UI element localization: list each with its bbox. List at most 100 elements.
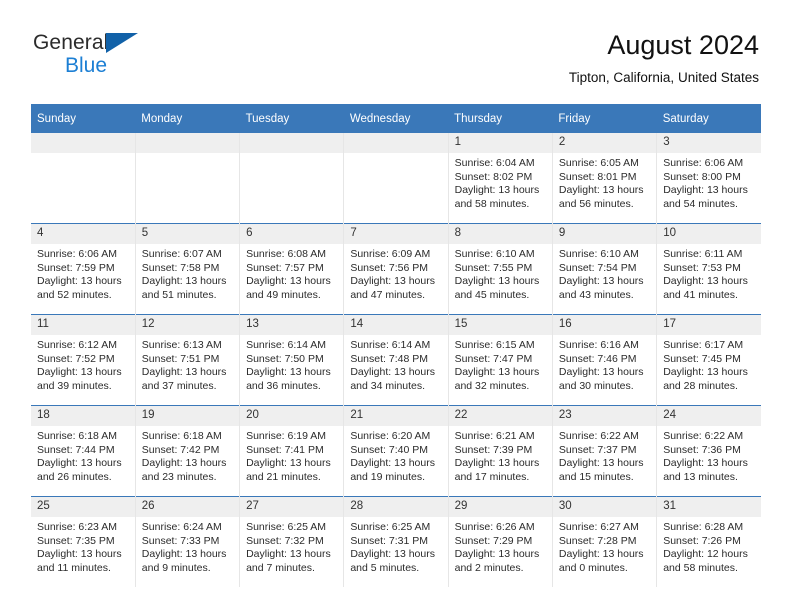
day-number xyxy=(31,133,135,153)
calendar-day-cell[interactable]: 6 Sunrise: 6:08 AM Sunset: 7:57 PM Daylight… xyxy=(239,223,344,315)
day-details xyxy=(136,153,239,157)
day-details: Sunrise: 6:13 AM Sunset: 7:51 PM Daylight:… xyxy=(136,335,239,393)
day-number: 8 xyxy=(448,224,552,244)
day-detail-line: and 17 minutes. xyxy=(454,470,530,483)
day-detail-line: and 56 minutes. xyxy=(558,197,634,210)
calendar-day-cell[interactable]: 15 Sunrise: 6:15 AM Sunset: 7:47 PM Dayligh… xyxy=(447,314,553,406)
day-detail-line: Daylight: 13 hours xyxy=(454,275,540,288)
day-details: Sunrise: 6:17 AM Sunset: 7:45 PM Daylight:… xyxy=(657,335,761,393)
day-detail-line: and 52 minutes. xyxy=(37,288,112,301)
day-detail-line: Sunrise: 6:27 AM xyxy=(558,521,639,533)
day-detail-line: Sunset: 7:31 PM xyxy=(350,534,428,547)
calendar-day-cell[interactable]: 28 Sunrise: 6:25 AM Sunset: 7:31 PM Dayligh… xyxy=(343,496,449,587)
day-detail-line: Sunset: 7:35 PM xyxy=(37,534,115,547)
day-detail-line: Sunrise: 6:10 AM xyxy=(558,248,639,260)
calendar-day-cell[interactable]: 4 Sunrise: 6:06 AM Sunset: 7:59 PM Daylight… xyxy=(31,223,136,315)
day-details xyxy=(240,153,343,157)
calendar-day-cell[interactable]: 10 Sunrise: 6:11 AM Sunset: 7:53 PM Dayligh… xyxy=(656,223,761,315)
calendar-day-cell[interactable]: 30 Sunrise: 6:27 AM Sunset: 7:28 PM Dayligh… xyxy=(551,496,657,587)
day-details: Sunrise: 6:28 AM Sunset: 7:26 PM Daylight:… xyxy=(657,517,761,575)
calendar-day-cell[interactable]: 11 Sunrise: 6:12 AM Sunset: 7:52 PM Dayligh… xyxy=(31,314,136,406)
calendar-day-cell-empty xyxy=(134,133,240,224)
day-detail-line: Sunset: 7:54 PM xyxy=(558,261,637,274)
calendar-day-cell[interactable]: 16 Sunrise: 6:16 AM Sunset: 7:46 PM Dayligh… xyxy=(551,314,657,406)
calendar-day-cell[interactable]: 23 Sunrise: 6:22 AM Sunset: 7:37 PM Dayligh… xyxy=(551,405,657,497)
weekday-header-sunday: Sunday xyxy=(31,104,136,133)
day-detail-line: Sunrise: 6:11 AM xyxy=(663,248,743,260)
day-details: Sunrise: 6:04 AM Sunset: 8:02 PM Daylight:… xyxy=(449,153,552,211)
calendar-day-cell[interactable]: 18 Sunrise: 6:18 AM Sunset: 7:44 PM Dayligh… xyxy=(31,405,136,497)
calendar-day-cell[interactable]: 3 Sunrise: 6:06 AM Sunset: 8:00 PM Daylight… xyxy=(656,133,761,224)
calendar-day-cell[interactable]: 22 Sunrise: 6:21 AM Sunset: 7:39 PM Dayligh… xyxy=(447,405,553,497)
calendar-day-cell[interactable]: 25 Sunrise: 6:23 AM Sunset: 7:35 PM Dayligh… xyxy=(31,496,136,587)
weekday-header-tuesday: Tuesday xyxy=(239,104,344,133)
day-number: 9 xyxy=(552,224,657,244)
calendar-day-cell[interactable]: 24 Sunrise: 6:22 AM Sunset: 7:36 PM Dayligh… xyxy=(656,405,761,497)
calendar-day-cell[interactable]: 1 Sunrise: 6:04 AM Sunset: 8:02 PM Daylight… xyxy=(447,133,553,224)
day-number: 2 xyxy=(552,133,657,153)
day-details: Sunrise: 6:18 AM Sunset: 7:44 PM Daylight:… xyxy=(31,426,135,484)
day-detail-line: Sunrise: 6:06 AM xyxy=(37,248,117,260)
day-detail-line: Sunrise: 6:18 AM xyxy=(37,430,117,442)
day-detail-line: Sunrise: 6:14 AM xyxy=(350,339,431,351)
day-number: 26 xyxy=(135,497,240,517)
day-detail-line: Sunrise: 6:17 AM xyxy=(663,339,744,351)
day-detail-line: and 34 minutes. xyxy=(350,379,426,392)
day-detail-line: Sunrise: 6:09 AM xyxy=(350,248,431,260)
day-details: Sunrise: 6:16 AM Sunset: 7:46 PM Daylight:… xyxy=(553,335,656,393)
calendar-day-cell[interactable]: 8 Sunrise: 6:10 AM Sunset: 7:55 PM Daylight… xyxy=(447,223,553,315)
day-detail-line: Daylight: 13 hours xyxy=(350,366,435,379)
day-detail-line: Daylight: 13 hours xyxy=(37,457,122,470)
day-detail-line: Sunrise: 6:19 AM xyxy=(246,430,327,442)
sunrise-sunset-calendar: Sunday Monday Tuesday Wednesday Thursday… xyxy=(31,104,761,587)
day-detail-line: Sunrise: 6:18 AM xyxy=(141,430,222,442)
calendar-day-cell[interactable]: 13 Sunrise: 6:14 AM Sunset: 7:50 PM Dayligh… xyxy=(239,314,344,406)
calendar-day-cell[interactable]: 12 Sunrise: 6:13 AM Sunset: 7:51 PM Dayligh… xyxy=(134,314,240,406)
calendar-day-cell[interactable]: 21 Sunrise: 6:20 AM Sunset: 7:40 PM Dayligh… xyxy=(343,405,449,497)
day-detail-line: Sunset: 7:39 PM xyxy=(454,443,533,456)
day-details: Sunrise: 6:15 AM Sunset: 7:47 PM Daylight:… xyxy=(449,335,552,393)
day-detail-line: Daylight: 12 hours xyxy=(663,548,748,561)
calendar-day-cell[interactable]: 14 Sunrise: 6:14 AM Sunset: 7:48 PM Dayligh… xyxy=(343,314,449,406)
day-detail-line: Sunset: 7:33 PM xyxy=(141,534,220,547)
day-detail-line: and 49 minutes. xyxy=(246,288,321,301)
day-detail-line: Sunrise: 6:25 AM xyxy=(350,521,431,533)
calendar-day-cell[interactable]: 17 Sunrise: 6:17 AM Sunset: 7:45 PM Dayligh… xyxy=(656,314,761,406)
day-detail-line: Sunset: 7:32 PM xyxy=(246,534,324,547)
day-number: 7 xyxy=(344,224,448,244)
day-details: Sunrise: 6:06 AM Sunset: 7:59 PM Daylight:… xyxy=(31,244,135,302)
weekday-header-row: Sunday Monday Tuesday Wednesday Thursday… xyxy=(31,104,761,133)
day-detail-line: Daylight: 13 hours xyxy=(454,366,540,379)
calendar-day-cell[interactable]: 7 Sunrise: 6:09 AM Sunset: 7:56 PM Daylight… xyxy=(343,223,449,315)
day-detail-line: Daylight: 13 hours xyxy=(454,548,540,561)
day-detail-line: Daylight: 13 hours xyxy=(141,457,227,470)
day-detail-line: Sunrise: 6:05 AM xyxy=(558,157,639,169)
day-detail-line: Daylight: 13 hours xyxy=(246,548,331,561)
weekday-header-wednesday: Wednesday xyxy=(343,104,449,133)
day-detail-line: Sunset: 7:47 PM xyxy=(454,352,533,365)
day-detail-line: Daylight: 13 hours xyxy=(663,457,748,470)
day-detail-line: and 26 minutes. xyxy=(37,470,112,483)
calendar-day-cell[interactable]: 19 Sunrise: 6:18 AM Sunset: 7:42 PM Dayligh… xyxy=(134,405,240,497)
calendar-day-cell[interactable]: 31 Sunrise: 6:28 AM Sunset: 7:26 PM Dayligh… xyxy=(656,496,761,587)
calendar-day-cell[interactable]: 5 Sunrise: 6:07 AM Sunset: 7:58 PM Daylight… xyxy=(134,223,240,315)
day-detail-line: Daylight: 13 hours xyxy=(350,548,435,561)
calendar-day-cell[interactable]: 20 Sunrise: 6:19 AM Sunset: 7:41 PM Dayligh… xyxy=(239,405,344,497)
day-number: 1 xyxy=(448,133,552,153)
day-detail-line: and 41 minutes. xyxy=(663,288,738,301)
day-detail-line: Sunrise: 6:26 AM xyxy=(454,521,535,533)
calendar-day-cell[interactable]: 26 Sunrise: 6:24 AM Sunset: 7:33 PM Dayligh… xyxy=(134,496,240,587)
calendar-page: General Blue August 2024 Tipton, Califor… xyxy=(0,0,792,612)
day-details: Sunrise: 6:14 AM Sunset: 7:48 PM Daylight:… xyxy=(344,335,447,393)
day-details: Sunrise: 6:25 AM Sunset: 7:31 PM Daylight:… xyxy=(344,517,447,575)
calendar-day-cell[interactable]: 9 Sunrise: 6:10 AM Sunset: 7:54 PM Daylight… xyxy=(551,223,657,315)
day-detail-line: Sunset: 7:29 PM xyxy=(454,534,533,547)
calendar-day-cell[interactable]: 27 Sunrise: 6:25 AM Sunset: 7:32 PM Dayligh… xyxy=(239,496,344,587)
day-detail-line: Sunrise: 6:06 AM xyxy=(663,157,744,169)
day-detail-line: and 51 minutes. xyxy=(141,288,217,301)
calendar-day-cell[interactable]: 2 Sunrise: 6:05 AM Sunset: 8:01 PM Daylight… xyxy=(551,133,657,224)
day-number: 10 xyxy=(657,224,761,244)
day-details: Sunrise: 6:18 AM Sunset: 7:42 PM Daylight:… xyxy=(136,426,239,484)
day-detail-line: Daylight: 13 hours xyxy=(558,548,644,561)
calendar-day-cell[interactable]: 29 Sunrise: 6:26 AM Sunset: 7:29 PM Dayligh… xyxy=(447,496,553,587)
